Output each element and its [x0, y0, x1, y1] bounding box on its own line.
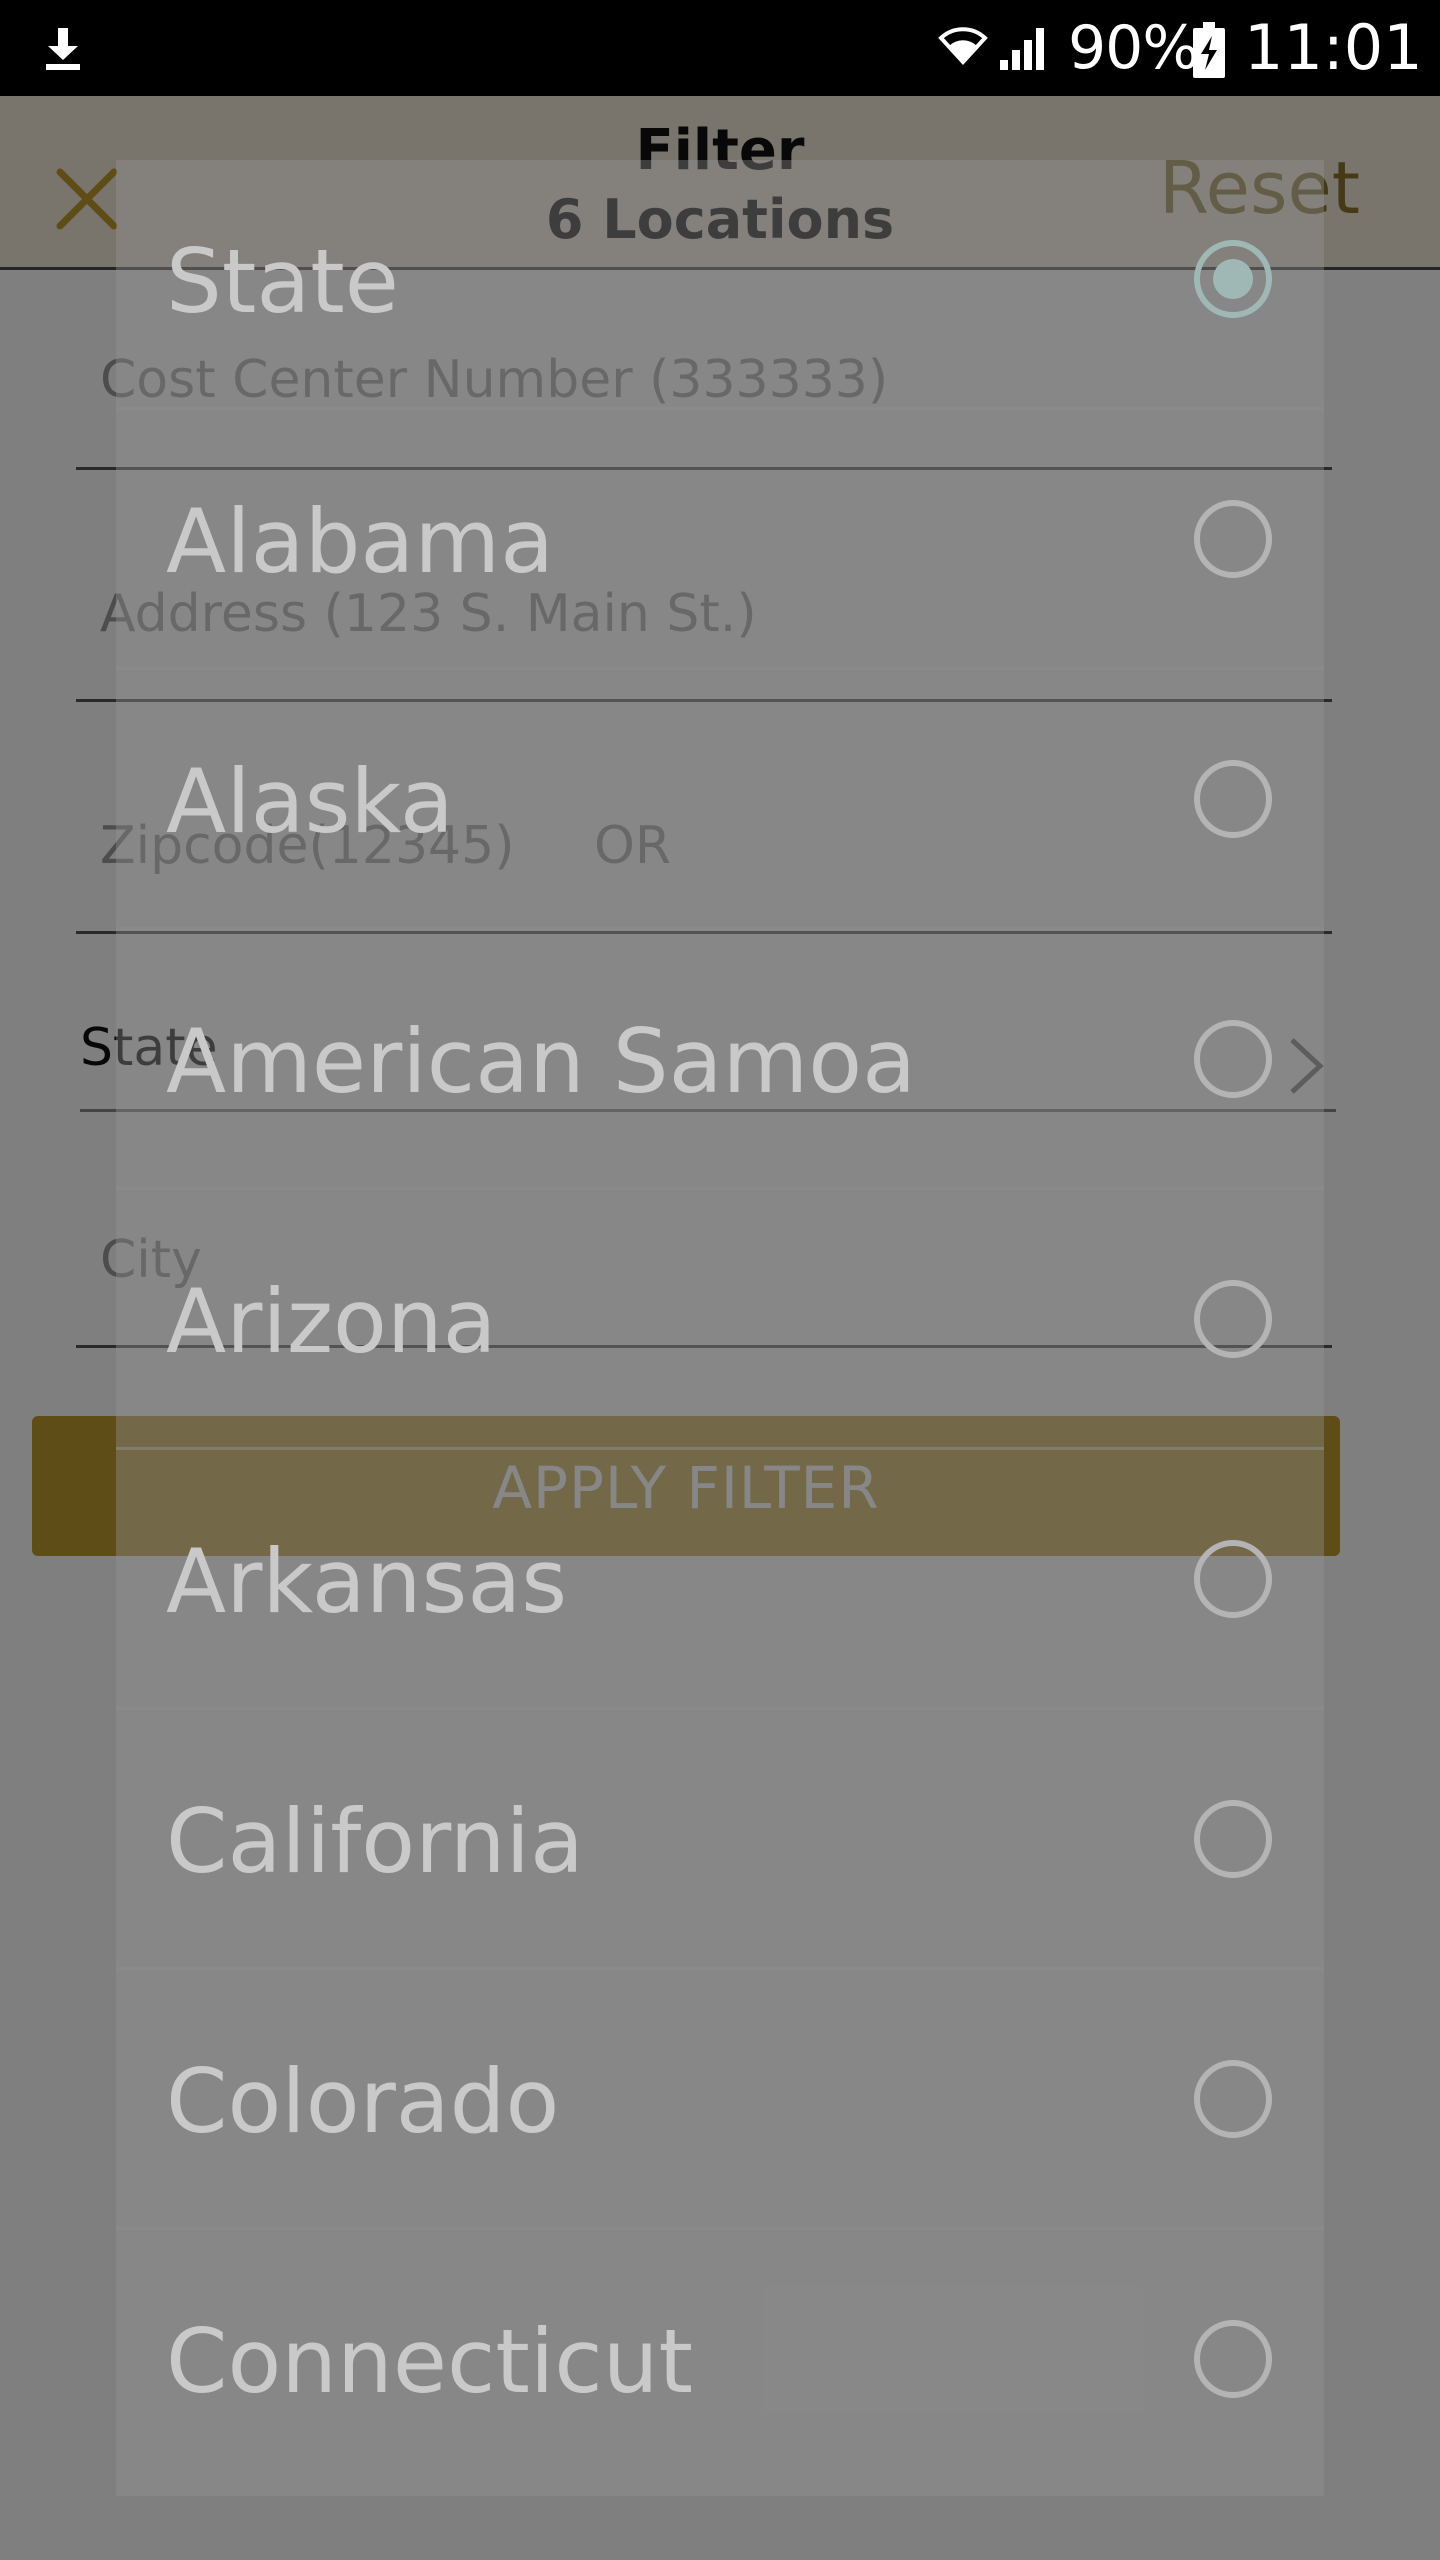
battery-percent: 90% — [1068, 13, 1199, 83]
state-option[interactable]: Colorado — [116, 1970, 1324, 2230]
state-option[interactable]: Alabama — [116, 410, 1324, 670]
state-option-label: Colorado — [166, 2050, 560, 2153]
radio-unselected-icon[interactable] — [1194, 1800, 1272, 1878]
clock: 11:01 — [1244, 11, 1423, 84]
radio-unselected-icon[interactable] — [1194, 1280, 1272, 1358]
state-option[interactable]: State — [116, 150, 1324, 410]
state-picker-dialog: State Alabama Alaska American Samoa Ariz… — [116, 160, 1324, 2496]
state-option-label: Connecticut — [166, 2310, 693, 2413]
wifi-icon — [938, 27, 988, 65]
state-option[interactable]: Arizona — [116, 1190, 1324, 1450]
state-option-label: State — [166, 230, 399, 333]
radio-selected-icon[interactable] — [1194, 240, 1272, 318]
battery-charging-icon — [1193, 22, 1225, 78]
state-option-label: Arkansas — [166, 1530, 568, 1633]
state-option[interactable]: Alaska — [116, 670, 1324, 930]
radio-unselected-icon[interactable] — [1194, 760, 1272, 838]
state-option[interactable]: California — [116, 1710, 1324, 1970]
state-option-label: California — [166, 1790, 584, 1893]
state-option[interactable]: American Samoa — [116, 930, 1324, 1190]
radio-unselected-icon[interactable] — [1194, 1020, 1272, 1098]
state-option[interactable]: Connecticut — [116, 2230, 1324, 2496]
state-option-label: Alabama — [166, 490, 555, 593]
status-bar: 90% 11:01 — [0, 0, 1440, 96]
download-icon — [46, 28, 80, 70]
radio-unselected-icon[interactable] — [1194, 2060, 1272, 2138]
state-option-label: Arizona — [166, 1270, 497, 1373]
radio-unselected-icon[interactable] — [1194, 1540, 1272, 1618]
signal-icon — [1000, 28, 1044, 70]
state-option-label: Alaska — [166, 750, 454, 853]
radio-unselected-icon[interactable] — [1194, 500, 1272, 578]
radio-unselected-icon[interactable] — [1194, 2320, 1272, 2398]
state-option[interactable]: Arkansas — [116, 1450, 1324, 1710]
state-option-label: American Samoa — [166, 1010, 917, 1113]
